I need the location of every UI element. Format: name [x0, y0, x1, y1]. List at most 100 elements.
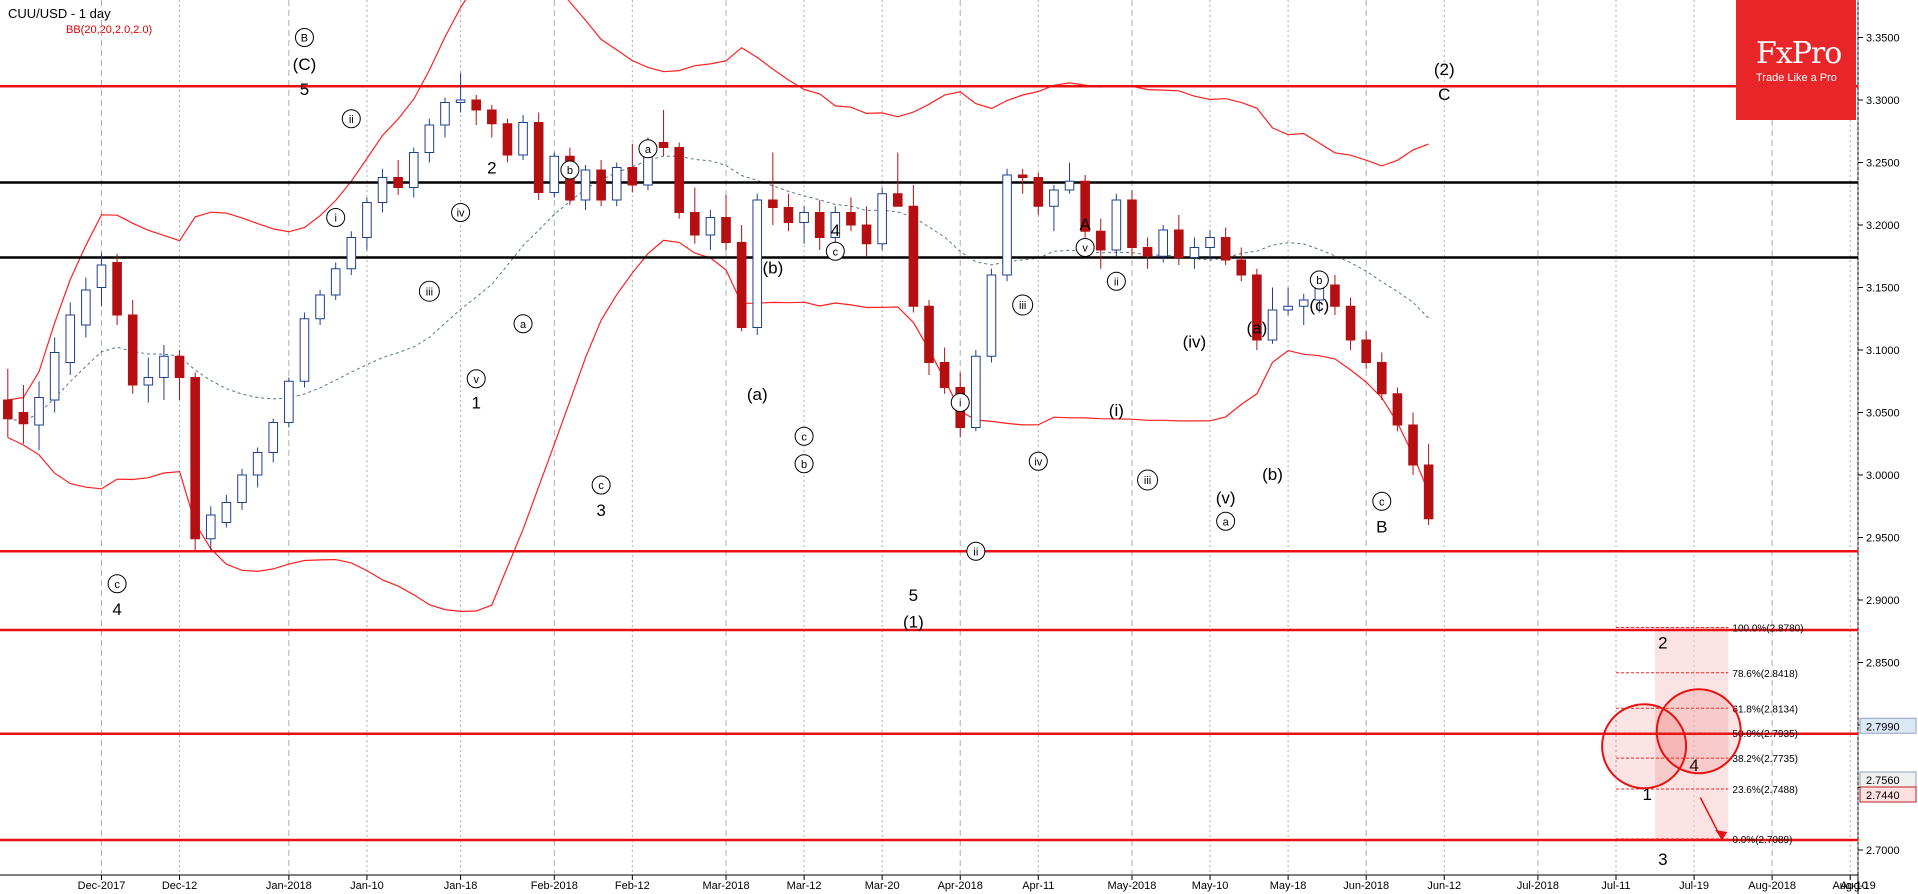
candle-body: [174, 355, 185, 378]
candle-body: [1064, 180, 1075, 191]
candle-body: [752, 199, 763, 328]
bollinger-middle: [7, 155, 1429, 422]
wave-label: 5: [909, 586, 918, 605]
x-tick-label: Jan-2018: [266, 880, 312, 892]
x-tick-label: Jul-2018: [1517, 880, 1559, 892]
x-tick-label: Dec-12: [162, 880, 197, 892]
y-tick-label: 2.7000: [1866, 845, 1900, 857]
candle-body: [814, 212, 825, 238]
bollinger-lower: [7, 239, 1430, 613]
y-axis: 3.3500 3.3000 3.2500 3.2000 3.1500 3.1000 3.05…: [1858, 33, 1917, 857]
candle-body: [3, 399, 13, 420]
candle-body: [1111, 199, 1122, 251]
wave-label: 4: [831, 221, 840, 240]
candle-body: [252, 452, 263, 476]
y-tick-label: 3.0500: [1866, 408, 1900, 420]
candle-body: [1423, 464, 1434, 520]
candle-body: [502, 123, 513, 156]
wave-label: i: [959, 398, 961, 410]
wave-label: iii: [426, 286, 433, 298]
y-tick-label: 3.3500: [1866, 33, 1900, 45]
candle-body: [690, 212, 700, 236]
candle-body: [1220, 237, 1231, 261]
fib-label: 0.0%(2.7089): [1732, 835, 1792, 846]
candle-body: [393, 177, 403, 188]
candle-body: [627, 167, 638, 186]
wave-label: 3: [1658, 850, 1667, 869]
wave-label: c: [114, 579, 120, 591]
wave-label: iv: [1034, 456, 1042, 468]
candle-body: [1158, 229, 1168, 257]
candle-body: [1142, 247, 1153, 257]
price-badge: 2.7990: [1859, 717, 1917, 734]
candle-body: [205, 514, 216, 540]
wave-label: B: [301, 33, 308, 45]
grid: [0, 0, 1859, 894]
fxpro-logo[interactable]: FxPro Trade Like a Pro: [1736, 0, 1856, 120]
wave-label: iii: [1019, 300, 1026, 312]
candle-body: [96, 264, 107, 288]
bollinger-upper: [7, 0, 1429, 401]
candle-body: [471, 99, 482, 111]
candle-body: [1267, 309, 1278, 341]
wave-label: (a): [1246, 319, 1267, 338]
x-tick-label: Aug-19: [1840, 880, 1875, 892]
x-tick-label: Apr-2018: [938, 880, 983, 892]
wave-label: a: [520, 319, 527, 331]
candle-body: [284, 380, 294, 423]
candle-body: [1205, 237, 1215, 248]
candle-body: [1283, 305, 1293, 311]
candle-body: [315, 294, 325, 320]
candle-body: [1361, 339, 1371, 363]
wave-label: 5: [300, 80, 309, 99]
candle-body: [18, 412, 29, 425]
wave-label: (a): [747, 385, 768, 404]
candle-body: [908, 205, 919, 307]
candle-body: [440, 102, 450, 126]
y-tick-label: 2.9000: [1866, 595, 1900, 607]
price-badge: 2.7560: [1859, 771, 1917, 788]
candles: [3, 72, 1434, 550]
wave-label: ii: [349, 114, 354, 126]
candle-body: [221, 502, 232, 523]
candle-body: [924, 305, 934, 363]
candle-body: [1236, 259, 1247, 276]
candle-body: [49, 352, 60, 401]
candle-body: [65, 314, 76, 363]
candle-body: [1189, 247, 1200, 258]
price-badge-label: 2.7440: [1866, 790, 1900, 802]
fib-label: 50.0%(2.7935): [1732, 729, 1798, 740]
wave-label: a: [1223, 516, 1230, 528]
price-badge-label: 2.7560: [1866, 775, 1900, 787]
candle-body: [1095, 230, 1106, 251]
candle-body: [1345, 305, 1356, 341]
y-tick-label: 3.1500: [1866, 283, 1900, 295]
x-tick-label: Feb-12: [615, 880, 650, 892]
candle-body: [705, 217, 716, 236]
wave-label: iii: [1144, 475, 1151, 487]
candle-body: [377, 177, 388, 203]
candle-body: [799, 212, 809, 223]
wave-label: 1: [471, 394, 480, 413]
wave-label: 4: [112, 600, 121, 619]
candle-body: [783, 207, 794, 223]
candle-body: [533, 122, 544, 193]
x-tick-label: Jul-11: [1601, 880, 1630, 892]
candle-body: [518, 122, 528, 156]
candle-body: [596, 169, 606, 201]
candle-body: [658, 142, 669, 148]
wave-label: (2): [1434, 60, 1455, 79]
wave-label: (i): [1109, 401, 1124, 420]
candle-body: [330, 268, 341, 296]
price-chart[interactable]: 100.0%(2.8780) 78.6%(2.8418) 61.8%(2.8134)…: [0, 0, 1918, 894]
candle-body: [877, 193, 887, 245]
wave-label: c: [801, 431, 807, 443]
x-tick-label: May-18: [1270, 880, 1307, 892]
candle-body: [986, 274, 997, 357]
candle-body: [721, 217, 731, 243]
fib-label: 61.8%(2.8134): [1732, 704, 1798, 715]
fib-label: 100.0%(2.8780): [1732, 624, 1803, 635]
horizontal-levels: [0, 85, 1858, 842]
x-tick-label: Mar-2018: [702, 880, 749, 892]
candle-body: [892, 193, 903, 207]
